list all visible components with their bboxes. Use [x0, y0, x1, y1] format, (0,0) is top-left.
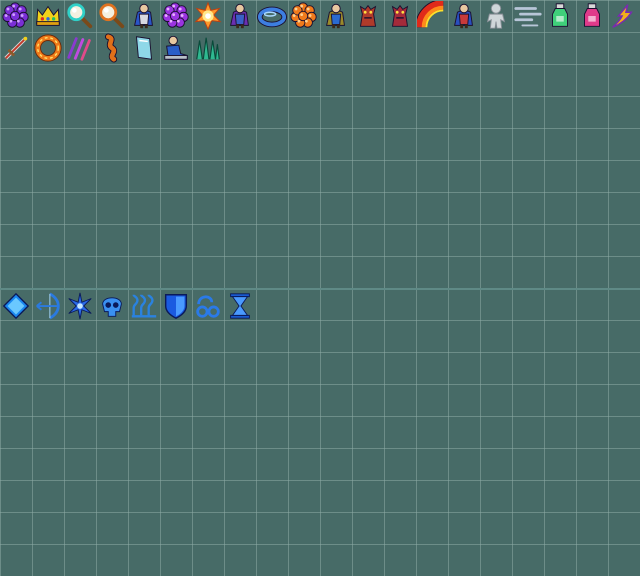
blue-caped-knight-icon: [448, 0, 480, 32]
pink-potion-icon: [576, 0, 608, 32]
wind-streaks-icon: [512, 0, 544, 32]
orange-magnifier-icon: [96, 0, 128, 32]
claw-slash-icon: [64, 32, 96, 64]
orange-worm-icon: [96, 32, 128, 64]
blue-bow-icon: [32, 290, 64, 322]
red-dagger-icon: [0, 32, 32, 64]
red-beast-icon: [384, 0, 416, 32]
blue-shackles-icon: [192, 290, 224, 322]
blue-ring-icon: [256, 0, 288, 32]
grey-ghost-figure-icon: [480, 0, 512, 32]
cyan-magnifier-icon: [64, 0, 96, 32]
purple-caped-wizard-icon: [224, 0, 256, 32]
red-creature-icon: [352, 0, 384, 32]
blue-shield-icon: [160, 290, 192, 322]
sprite-sheet: [0, 0, 640, 576]
cyan-card-icon: [128, 32, 160, 64]
blue-hourglass-icon: [224, 290, 256, 322]
blue-diamond-icon: [0, 290, 32, 322]
purple-flower-icon: [160, 0, 192, 32]
fire-ring-icon: [32, 32, 64, 64]
olive-caped-warrior-icon: [320, 0, 352, 32]
green-spikes-icon: [192, 32, 224, 64]
rainbow-arc-icon: [416, 0, 448, 32]
green-potion-icon: [544, 0, 576, 32]
blue-caped-hero-icon: [128, 0, 160, 32]
blue-seated-figure-icon: [160, 32, 192, 64]
fire-burst-icon: [192, 0, 224, 32]
gold-crown-icon: [32, 0, 64, 32]
blue-skull-icon: [96, 290, 128, 322]
purple-orb-cluster-icon: [0, 0, 32, 32]
blue-sparkle-icon: [64, 290, 96, 322]
blue-heat-waves-icon: [128, 290, 160, 322]
lightning-bolt-icon: [608, 0, 640, 32]
orange-orb-cluster-icon: [288, 0, 320, 32]
